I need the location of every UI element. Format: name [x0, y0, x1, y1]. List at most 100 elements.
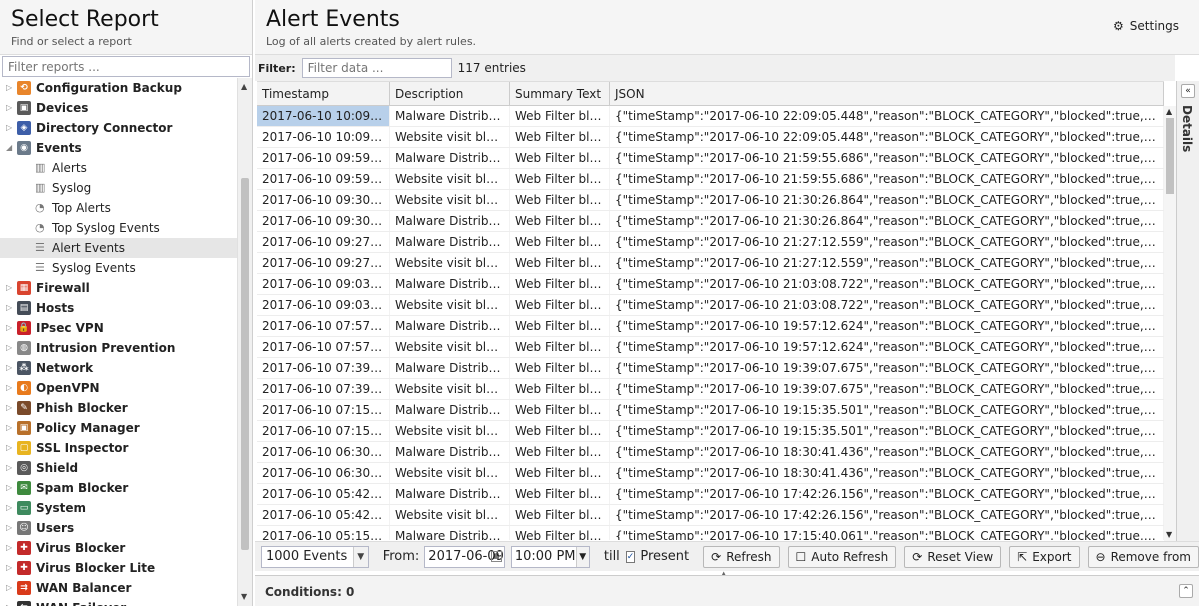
table-row[interactable]: 2017-06-10 07:15:35 Website visit blocked…	[257, 421, 1164, 442]
refresh-button[interactable]: ⟳ Refresh	[703, 545, 780, 568]
tree-item-openvpn[interactable]: ▷ ◐ OpenVPN	[0, 378, 237, 398]
expand-icon[interactable]: ▷	[6, 558, 14, 578]
scroll-down-icon[interactable]: ▼	[241, 592, 247, 601]
tree-item-phish-blocker[interactable]: ▷ ✎ Phish Blocker	[0, 398, 237, 418]
chevron-down-icon[interactable]: ▼	[352, 546, 368, 567]
expand-icon[interactable]: ▷	[6, 398, 14, 418]
table-row[interactable]: 2017-06-10 07:39:07 Website visit blocked…	[257, 379, 1164, 400]
tree-item-wan-balancer[interactable]: ▷ ⇉ WAN Balancer	[0, 578, 237, 598]
column-header-json[interactable]: JSON	[610, 82, 1164, 106]
tree-item-virus-blocker[interactable]: ▷ ✚ Virus Blocker	[0, 538, 237, 558]
tree-item-alerts[interactable]: ▥ Alerts	[0, 158, 237, 178]
tree-item-alert-events[interactable]: ☰ Alert Events	[0, 238, 237, 258]
tree-item-ssl-inspector[interactable]: ▷ ▢ SSL Inspector	[0, 438, 237, 458]
tree-item-events[interactable]: ◢ ◉ Events	[0, 138, 237, 158]
scroll-thumb[interactable]	[1166, 118, 1174, 194]
details-panel-collapsed[interactable]: « Details	[1176, 81, 1199, 567]
expand-icon[interactable]: ▷	[6, 418, 14, 438]
column-header-timestamp[interactable]: Timestamp	[257, 82, 390, 106]
present-checkbox[interactable]: ✓	[625, 550, 636, 563]
tree-item-wan-failover[interactable]: ▷⇆ WAN Failover	[0, 598, 237, 606]
expand-icon[interactable]: ▷	[6, 78, 14, 98]
expand-conditions-icon[interactable]: ⌃	[1179, 584, 1193, 598]
tree-item-directory-connector[interactable]: ▷ ◈ Directory Connector	[0, 118, 237, 138]
table-row[interactable]: 2017-06-10 09:27:12 Website visit blocked…	[257, 253, 1164, 274]
export-button[interactable]: ⇱ Export	[1009, 545, 1080, 568]
remove-from-button[interactable]: ⊖ Remove from	[1087, 545, 1199, 568]
column-header-summary[interactable]: Summary Text	[510, 82, 610, 106]
grid-scrollbar[interactable]: ▲ ▼	[1164, 106, 1176, 541]
tree-item-intrusion-prevention[interactable]: ▷ ◍ Intrusion Prevention	[0, 338, 237, 358]
tree-item-shield[interactable]: ▷ ◎ Shield	[0, 458, 237, 478]
tree-item-system[interactable]: ▷ ▭ System	[0, 498, 237, 518]
tree-item-virus-blocker-lite[interactable]: ▷ ✚ Virus Blocker Lite	[0, 558, 237, 578]
expand-icon[interactable]: ▷	[6, 458, 14, 478]
settings-button[interactable]: ⚙ Settings	[1113, 19, 1179, 33]
table-row[interactable]: 2017-06-10 05:15:40 Malware Distribution W…	[257, 526, 1164, 540]
table-row[interactable]: 2017-06-10 10:09:05 Malware Distribution W…	[257, 106, 1164, 127]
events-limit-select[interactable]: 1000 Events ▼	[261, 545, 369, 568]
expand-icon[interactable]: ▷	[6, 538, 14, 558]
expand-icon[interactable]: ▷	[6, 118, 14, 138]
scroll-up-icon[interactable]: ▲	[1166, 107, 1172, 116]
expand-icon[interactable]: ▷	[6, 338, 14, 358]
expand-icon[interactable]: ▷	[6, 478, 14, 498]
tree-item-devices[interactable]: ▷ ▣ Devices	[0, 98, 237, 118]
scroll-down-icon[interactable]: ▼	[1166, 530, 1172, 539]
filter-data-input[interactable]	[301, 58, 452, 78]
table-row[interactable]: 2017-06-10 10:09:05 Website visit blocked…	[257, 127, 1164, 148]
expand-icon[interactable]: ▷	[6, 318, 14, 338]
expand-icon[interactable]: ▷	[6, 298, 14, 318]
expand-details-icon[interactable]: «	[1181, 84, 1195, 98]
column-header-description[interactable]: Description	[390, 82, 510, 106]
expand-icon[interactable]: ▷	[6, 578, 14, 598]
tree-item-syslog[interactable]: ▥ Syslog	[0, 178, 237, 198]
collapse-icon[interactable]: ◢	[6, 138, 14, 158]
expand-icon[interactable]: ▷	[6, 438, 14, 458]
table-row[interactable]: 2017-06-10 09:03:08 Website visit blocked…	[257, 295, 1164, 316]
table-row[interactable]: 2017-06-10 09:27:12 Malware Distribution W…	[257, 232, 1164, 253]
tree-item-policy-manager[interactable]: ▷ ▣ Policy Manager	[0, 418, 237, 438]
tree-item-firewall[interactable]: ▷ ▦ Firewall	[0, 278, 237, 298]
expand-icon[interactable]: ▷	[6, 278, 14, 298]
table-row[interactable]: 2017-06-10 05:42:26 Website visit blocked…	[257, 505, 1164, 526]
tree-item-ipsec-vpn[interactable]: ▷ 🔒 IPsec VPN	[0, 318, 237, 338]
table-row[interactable]: 2017-06-10 06:30:41 Malware Distribution W…	[257, 442, 1164, 463]
table-row[interactable]: 2017-06-10 09:59:55 Website visit blocked…	[257, 169, 1164, 190]
table-row[interactable]: 2017-06-10 09:30:26 Website visit blocked…	[257, 190, 1164, 211]
scroll-thumb[interactable]	[241, 178, 249, 550]
table-row[interactable]: 2017-06-10 07:57:12 Malware Distribution W…	[257, 316, 1164, 337]
table-row[interactable]: 2017-06-10 09:59:55 Malware Distribution W…	[257, 148, 1164, 169]
tree-item-users[interactable]: ▷ ☺ Users	[0, 518, 237, 538]
tree-item-configuration-backup[interactable]: ▷ ⟲ Configuration Backup	[0, 78, 237, 98]
expand-icon[interactable]: ▷	[6, 498, 14, 518]
scroll-up-icon[interactable]: ▲	[241, 82, 247, 91]
from-time-select[interactable]: 10:00 PM ▼	[510, 545, 590, 568]
table-row[interactable]: 2017-06-10 07:39:07 Malware Distribution W…	[257, 358, 1164, 379]
tree-item-hosts[interactable]: ▷ ▤ Hosts	[0, 298, 237, 318]
auto-refresh-button[interactable]: ☐ Auto Refresh	[787, 545, 897, 568]
tree-item-top-alerts[interactable]: ◔ Top Alerts	[0, 198, 237, 218]
table-row[interactable]: 2017-06-10 07:57:12 Website visit blocked…	[257, 337, 1164, 358]
expand-icon[interactable]: ▷	[6, 358, 14, 378]
expand-icon[interactable]: ▷	[6, 98, 14, 118]
expand-icon[interactable]: ▷	[6, 598, 14, 606]
chevron-down-icon[interactable]: ▼	[575, 546, 589, 567]
table-row[interactable]: 2017-06-10 07:15:35 Malware Distribution W…	[257, 400, 1164, 421]
table-row[interactable]: 2017-06-10 06:30:41 Website visit blocked…	[257, 463, 1164, 484]
filter-reports-input[interactable]	[2, 56, 250, 77]
tree-item-spam-blocker[interactable]: ▷ ✉ Spam Blocker	[0, 478, 237, 498]
expand-icon[interactable]: ▷	[6, 378, 14, 398]
tree-scrollbar[interactable]: ▲ ▼	[237, 78, 252, 606]
tree-item-network[interactable]: ▷ ⁂ Network	[0, 358, 237, 378]
calendar-icon[interactable]: ▦	[490, 550, 502, 562]
expand-icon[interactable]: ▷	[6, 518, 14, 538]
tree-item-syslog-events[interactable]: ☰ Syslog Events	[0, 258, 237, 278]
table-row[interactable]: 2017-06-10 09:03:08 Malware Distribution W…	[257, 274, 1164, 295]
table-row[interactable]: 2017-06-10 09:30:26 Malware Distribution W…	[257, 211, 1164, 232]
reset-view-button[interactable]: ⟳ Reset View	[904, 545, 1002, 568]
tree-item-top-syslog-events[interactable]: ◔ Top Syslog Events	[0, 218, 237, 238]
table-row[interactable]: 2017-06-10 05:42:26 Malware Distribution W…	[257, 484, 1164, 505]
from-date-field[interactable]: 2017-06-09 ▦	[424, 545, 505, 568]
details-label: Details	[1180, 105, 1194, 153]
